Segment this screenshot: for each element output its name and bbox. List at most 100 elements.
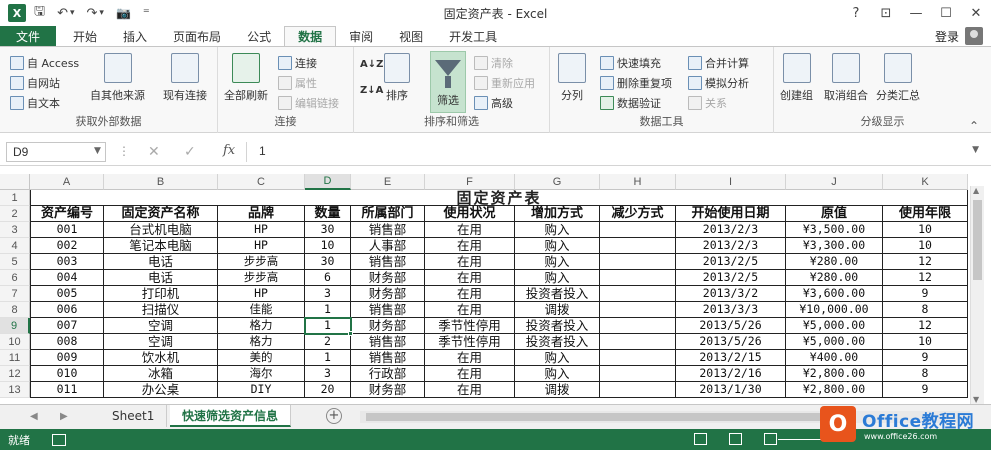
table-cell[interactable]: 电话 <box>104 254 218 270</box>
row-header[interactable]: 10 <box>0 334 30 350</box>
row-header[interactable]: 7 <box>0 286 30 302</box>
table-cell[interactable]: 购入 <box>515 366 600 382</box>
table-cell[interactable]: 009 <box>30 350 104 366</box>
minimize-icon[interactable]: — <box>901 6 931 21</box>
table-cell[interactable]: HP <box>218 286 305 302</box>
save-icon[interactable]: 🖫 <box>34 2 45 24</box>
table-cell[interactable]: 2013/5/26 <box>676 318 786 334</box>
table-cell[interactable]: ¥3,500.00 <box>786 222 883 238</box>
table-cell[interactable]: 2013/2/15 <box>676 350 786 366</box>
table-cell[interactable]: 电话 <box>104 270 218 286</box>
table-cell[interactable]: HP <box>218 238 305 254</box>
table-cell[interactable]: ¥3,300.00 <box>786 238 883 254</box>
from-other-sources-button[interactable]: 自其他来源 <box>90 53 145 103</box>
sheet-tab-filter-info[interactable]: 快速筛选资产信息 <box>170 405 292 427</box>
table-cell[interactable]: 步步高 <box>218 254 305 270</box>
table-cell[interactable]: 格力 <box>218 334 305 350</box>
table-cell[interactable]: 12 <box>883 270 968 286</box>
page-break-view-icon[interactable] <box>764 433 777 445</box>
column-header[interactable]: E <box>351 174 425 190</box>
table-cell[interactable]: 004 <box>30 270 104 286</box>
table-cell[interactable]: 001 <box>30 222 104 238</box>
table-cell[interactable]: 010 <box>30 366 104 382</box>
sort-desc-button[interactable]: Z↓A <box>360 85 383 96</box>
table-cell[interactable]: 10 <box>883 238 968 254</box>
table-cell[interactable]: 销售部 <box>351 222 425 238</box>
table-cell[interactable] <box>600 382 676 398</box>
data-validation-button[interactable]: 数据验证 <box>600 95 661 111</box>
table-cell[interactable]: 006 <box>30 302 104 318</box>
table-cell[interactable]: 笔记本电脑 <box>104 238 218 254</box>
prev-sheet-icon[interactable]: ◀ <box>30 411 38 422</box>
table-cell[interactable]: DIY <box>218 382 305 398</box>
next-sheet-icon[interactable]: ▶ <box>60 411 68 422</box>
table-cell[interactable]: 季节性停用 <box>425 334 515 350</box>
table-cell[interactable]: 扫描仪 <box>104 302 218 318</box>
table-cell[interactable]: 投资者投入 <box>515 286 600 302</box>
name-box[interactable]: D9 <box>6 142 106 162</box>
table-cell[interactable]: 投资者投入 <box>515 334 600 350</box>
customize-qat-icon[interactable]: ⁼ <box>143 6 150 21</box>
column-header[interactable]: K <box>883 174 968 190</box>
header-cell[interactable]: 使用状况 <box>425 206 515 222</box>
header-cell[interactable]: 资产编号 <box>30 206 104 222</box>
table-cell[interactable]: 打印机 <box>104 286 218 302</box>
table-cell[interactable]: 购入 <box>515 254 600 270</box>
header-cell[interactable]: 开始使用日期 <box>676 206 786 222</box>
table-cell[interactable]: 财务部 <box>351 382 425 398</box>
table-cell[interactable]: 2013/1/30 <box>676 382 786 398</box>
ungroup-button[interactable]: 取消组合 <box>824 53 868 103</box>
tab-data[interactable]: 数据 <box>284 26 337 46</box>
advanced-filter-button[interactable]: 高级 <box>474 95 513 111</box>
table-cell[interactable] <box>600 222 676 238</box>
row-header[interactable]: 6 <box>0 270 30 286</box>
sort-asc-button[interactable]: A↓Z <box>360 59 383 70</box>
table-cell[interactable]: 12 <box>883 254 968 270</box>
row-header[interactable]: 9 <box>0 318 30 334</box>
table-cell[interactable]: ¥280.00 <box>786 270 883 286</box>
from-text-button[interactable]: 自文本 <box>10 95 60 111</box>
table-cell[interactable]: 1 <box>305 302 351 318</box>
table-cell[interactable]: ¥2,800.00 <box>786 366 883 382</box>
table-cell[interactable]: 在用 <box>425 286 515 302</box>
table-cell[interactable]: 办公桌 <box>104 382 218 398</box>
table-cell[interactable]: 12 <box>883 318 968 334</box>
table-cell[interactable]: 海尔 <box>218 366 305 382</box>
redo-icon[interactable]: ↷ <box>87 6 98 21</box>
header-cell[interactable]: 减少方式 <box>600 206 676 222</box>
table-cell[interactable]: 10 <box>305 238 351 254</box>
column-header[interactable]: I <box>676 174 786 190</box>
column-header[interactable]: D <box>305 174 351 190</box>
table-cell[interactable]: 2013/2/3 <box>676 222 786 238</box>
tab-file[interactable]: 文件 <box>0 26 57 46</box>
table-cell[interactable]: 2013/2/5 <box>676 254 786 270</box>
normal-view-icon[interactable] <box>694 433 707 445</box>
table-cell[interactable]: 003 <box>30 254 104 270</box>
table-cell[interactable]: 2013/5/26 <box>676 334 786 350</box>
table-cell[interactable]: ¥3,600.00 <box>786 286 883 302</box>
table-cell[interactable] <box>600 270 676 286</box>
subtotal-button[interactable]: 分类汇总 <box>876 53 920 103</box>
properties-button[interactable]: 属性 <box>278 75 317 91</box>
table-cell[interactable]: 饮水机 <box>104 350 218 366</box>
table-cell[interactable]: HP <box>218 222 305 238</box>
from-access-button[interactable]: 自 Access <box>10 55 79 71</box>
clear-filter-button[interactable]: 清除 <box>474 55 513 71</box>
header-cell[interactable]: 固定资产名称 <box>104 206 218 222</box>
table-cell[interactable] <box>600 334 676 350</box>
connections-button[interactable]: 连接 <box>278 55 317 71</box>
filter-button[interactable]: 筛选 <box>430 51 466 113</box>
worksheet-grid[interactable]: 固定资产表 A B C D E F G H I J K 1 2 3 4 5 6 7 8 9 10 11 12 13 资产编号 固定… <box>0 170 991 404</box>
table-cell[interactable]: 空调 <box>104 334 218 350</box>
confirm-entry-icon[interactable]: ✓ <box>184 144 196 160</box>
existing-connections-button[interactable]: 现有连接 <box>163 53 207 103</box>
page-layout-view-icon[interactable] <box>729 433 742 445</box>
table-cell[interactable]: 在用 <box>425 254 515 270</box>
table-cell[interactable]: 20 <box>305 382 351 398</box>
table-cell[interactable]: 2013/2/5 <box>676 270 786 286</box>
tab-insert[interactable]: 插入 <box>110 26 160 46</box>
column-header[interactable]: C <box>218 174 305 190</box>
table-cell[interactable]: 步步高 <box>218 270 305 286</box>
undo-icon[interactable]: ↶ <box>57 6 68 21</box>
table-cell[interactable]: 10 <box>883 222 968 238</box>
